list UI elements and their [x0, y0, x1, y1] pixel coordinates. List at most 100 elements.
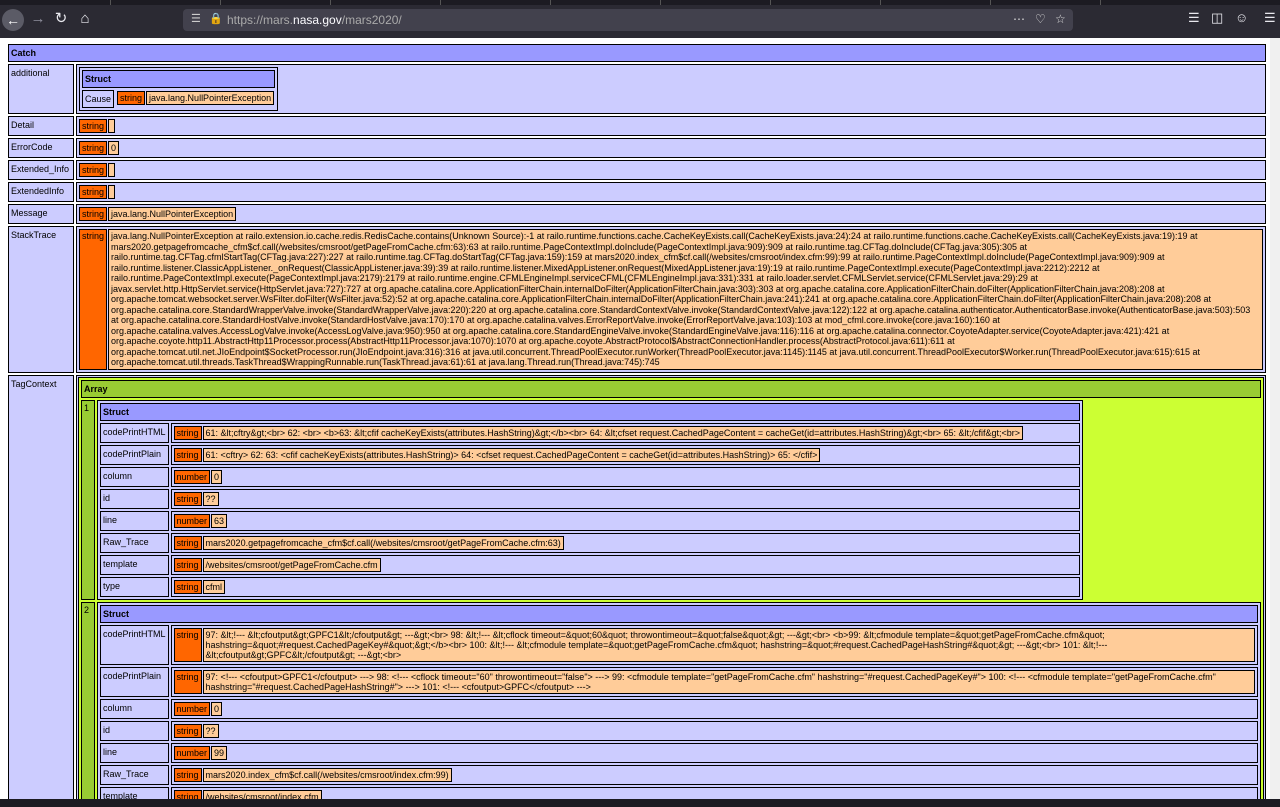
type-label[interactable]: string: [79, 119, 108, 133]
struct-row: template string/websites/cmsroot/getPageF…: [100, 554, 1080, 575]
struct-key[interactable]: codePrintHTML: [100, 624, 169, 665]
array-index[interactable]: 2: [81, 601, 95, 799]
back-arrow-icon[interactable]: ←: [2, 9, 24, 31]
dump-key[interactable]: Detail: [8, 116, 74, 136]
type-label[interactable]: string: [79, 163, 108, 177]
type-label[interactable]: string: [79, 185, 108, 199]
typed-value: string 61: <cftry> 62: 63: <cfif cacheKey…: [173, 447, 822, 463]
type-label[interactable]: string: [173, 789, 202, 799]
type-label[interactable]: string: [173, 579, 202, 594]
library-icon[interactable]: ☰: [1188, 10, 1200, 26]
type-label[interactable]: string: [173, 767, 202, 782]
array-element: Struct codePrintHTML string 97: &lt;!--- &l…: [97, 601, 1261, 799]
account-icon[interactable]: ☺: [1235, 10, 1248, 25]
struct-row: line number 63: [100, 510, 1080, 531]
struct-value: string java.lang.NullPointerException: [116, 90, 275, 108]
struct-key[interactable]: line: [100, 510, 169, 531]
struct-key[interactable]: Cause: [82, 90, 115, 108]
struct-value: string??: [170, 720, 1258, 741]
typed-value: string??: [173, 491, 220, 507]
type-label[interactable]: string: [79, 207, 108, 221]
struct-title[interactable]: Struct: [100, 604, 1258, 623]
type-label[interactable]: string: [117, 91, 146, 105]
struct-key[interactable]: column: [100, 466, 169, 487]
dump-key[interactable]: Extended_Info: [8, 160, 74, 180]
struct-row: column number 0: [100, 466, 1080, 487]
sidebar-icon[interactable]: ◫: [1211, 10, 1223, 26]
dump-key[interactable]: TagContext: [8, 374, 74, 799]
value-text: cfml: [202, 579, 226, 594]
struct-row: line number 99: [100, 742, 1258, 763]
status-strip: [0, 799, 1280, 807]
struct-row: column number 0: [100, 698, 1258, 719]
struct-key[interactable]: line: [100, 742, 169, 763]
value-text: mars2020.getpagefromcache_cfm$cf.call(/w…: [202, 535, 564, 550]
typed-value: string/websites/cmsroot/index.cfm: [173, 789, 323, 799]
struct-key[interactable]: codePrintHTML: [100, 422, 169, 443]
struct-key[interactable]: Raw_Trace: [100, 532, 169, 553]
struct-value: string 97: <!--- <cfoutput>GPFC1</cfoutpu…: [170, 666, 1258, 697]
type-label[interactable]: number: [173, 745, 211, 760]
catch-dump: Catch additional Struct Cause string jav…: [6, 42, 1268, 799]
struct-key[interactable]: id: [100, 488, 169, 509]
reload-icon[interactable]: ↻: [52, 10, 70, 28]
url-bar[interactable]: ☰ 🔒 https://mars.nasa.gov/mars2020/ ⋯ ♡ …: [183, 9, 1073, 31]
struct-key[interactable]: type: [100, 576, 169, 597]
struct-key[interactable]: Raw_Trace: [100, 764, 169, 785]
value-text: 61: &lt;cftry&gt;<br> 62: <br> <b>63: &l…: [202, 425, 1023, 440]
home-icon[interactable]: ⌂: [76, 10, 94, 28]
struct-key[interactable]: template: [100, 786, 169, 799]
page-actions-icon[interactable]: ⋯: [1013, 12, 1025, 26]
permissions-icon[interactable]: ☰: [191, 12, 201, 25]
type-label[interactable]: string: [173, 425, 202, 440]
forward-arrow-icon[interactable]: →: [29, 10, 47, 28]
array-index[interactable]: 1: [81, 399, 95, 600]
type-label[interactable]: number: [173, 701, 211, 716]
type-label[interactable]: string: [173, 627, 202, 662]
dump-value: Struct Cause string java.lang.NullPointe…: [76, 64, 1266, 114]
typed-value: number 63: [173, 513, 229, 529]
typed-value: string: [78, 184, 116, 200]
struct-key[interactable]: codePrintPlain: [100, 666, 169, 697]
menu-icon[interactable]: ☰: [1264, 10, 1276, 26]
dump-key[interactable]: StackTrace: [8, 226, 74, 373]
struct-table: Struct Cause string java.lang.NullPointe…: [79, 67, 279, 111]
struct-value: string??: [170, 488, 1080, 509]
type-label[interactable]: string: [79, 229, 108, 370]
typed-value: string mars2020.getpagefromcache_cfm$cf.c…: [173, 535, 565, 551]
struct-key[interactable]: template: [100, 554, 169, 575]
type-label[interactable]: string: [173, 669, 202, 694]
type-label[interactable]: number: [173, 469, 211, 484]
struct-value: number 0: [170, 698, 1258, 719]
type-label[interactable]: string: [173, 723, 202, 738]
type-label[interactable]: string: [173, 491, 202, 506]
array-title[interactable]: Array: [81, 379, 1261, 398]
type-label[interactable]: string: [173, 557, 202, 572]
tab-strip[interactable]: [0, 0, 1280, 5]
type-label[interactable]: string: [173, 447, 202, 462]
struct-title[interactable]: Struct: [82, 70, 276, 88]
dump-key[interactable]: ExtendedInfo: [8, 182, 74, 202]
struct-key[interactable]: codePrintPlain: [100, 444, 169, 465]
typed-value: string mars2020.index_cfm$cf.call(/websit…: [173, 767, 453, 783]
type-label[interactable]: string: [173, 535, 202, 550]
url-text[interactable]: https://mars.nasa.gov/mars2020/: [227, 13, 402, 27]
value-text: 97: &lt;!--- &lt;cfoutput&gt;GPFC1&lt;/c…: [202, 627, 1255, 662]
struct-key[interactable]: column: [100, 698, 169, 719]
dump-key[interactable]: additional: [8, 64, 74, 114]
struct-value: string/websites/cmsroot/index.cfm: [170, 786, 1258, 799]
type-label[interactable]: string: [79, 141, 108, 155]
bookmark-star-icon[interactable]: ☆: [1055, 12, 1066, 26]
dump-title[interactable]: Catch: [8, 44, 1266, 62]
lock-icon[interactable]: 🔒: [209, 12, 223, 25]
typed-value: string java.lang.NullPointerException: [78, 206, 237, 222]
pocket-icon[interactable]: ♡: [1035, 12, 1046, 26]
dump-key[interactable]: ErrorCode: [8, 138, 74, 158]
value-text: ??: [202, 491, 219, 506]
page-scrollbar[interactable]: [1270, 38, 1280, 799]
struct-title[interactable]: Struct: [100, 402, 1080, 421]
type-label[interactable]: number: [173, 513, 211, 528]
dump-key[interactable]: Message: [8, 204, 74, 224]
typed-value: number 0: [173, 469, 224, 485]
struct-key[interactable]: id: [100, 720, 169, 741]
